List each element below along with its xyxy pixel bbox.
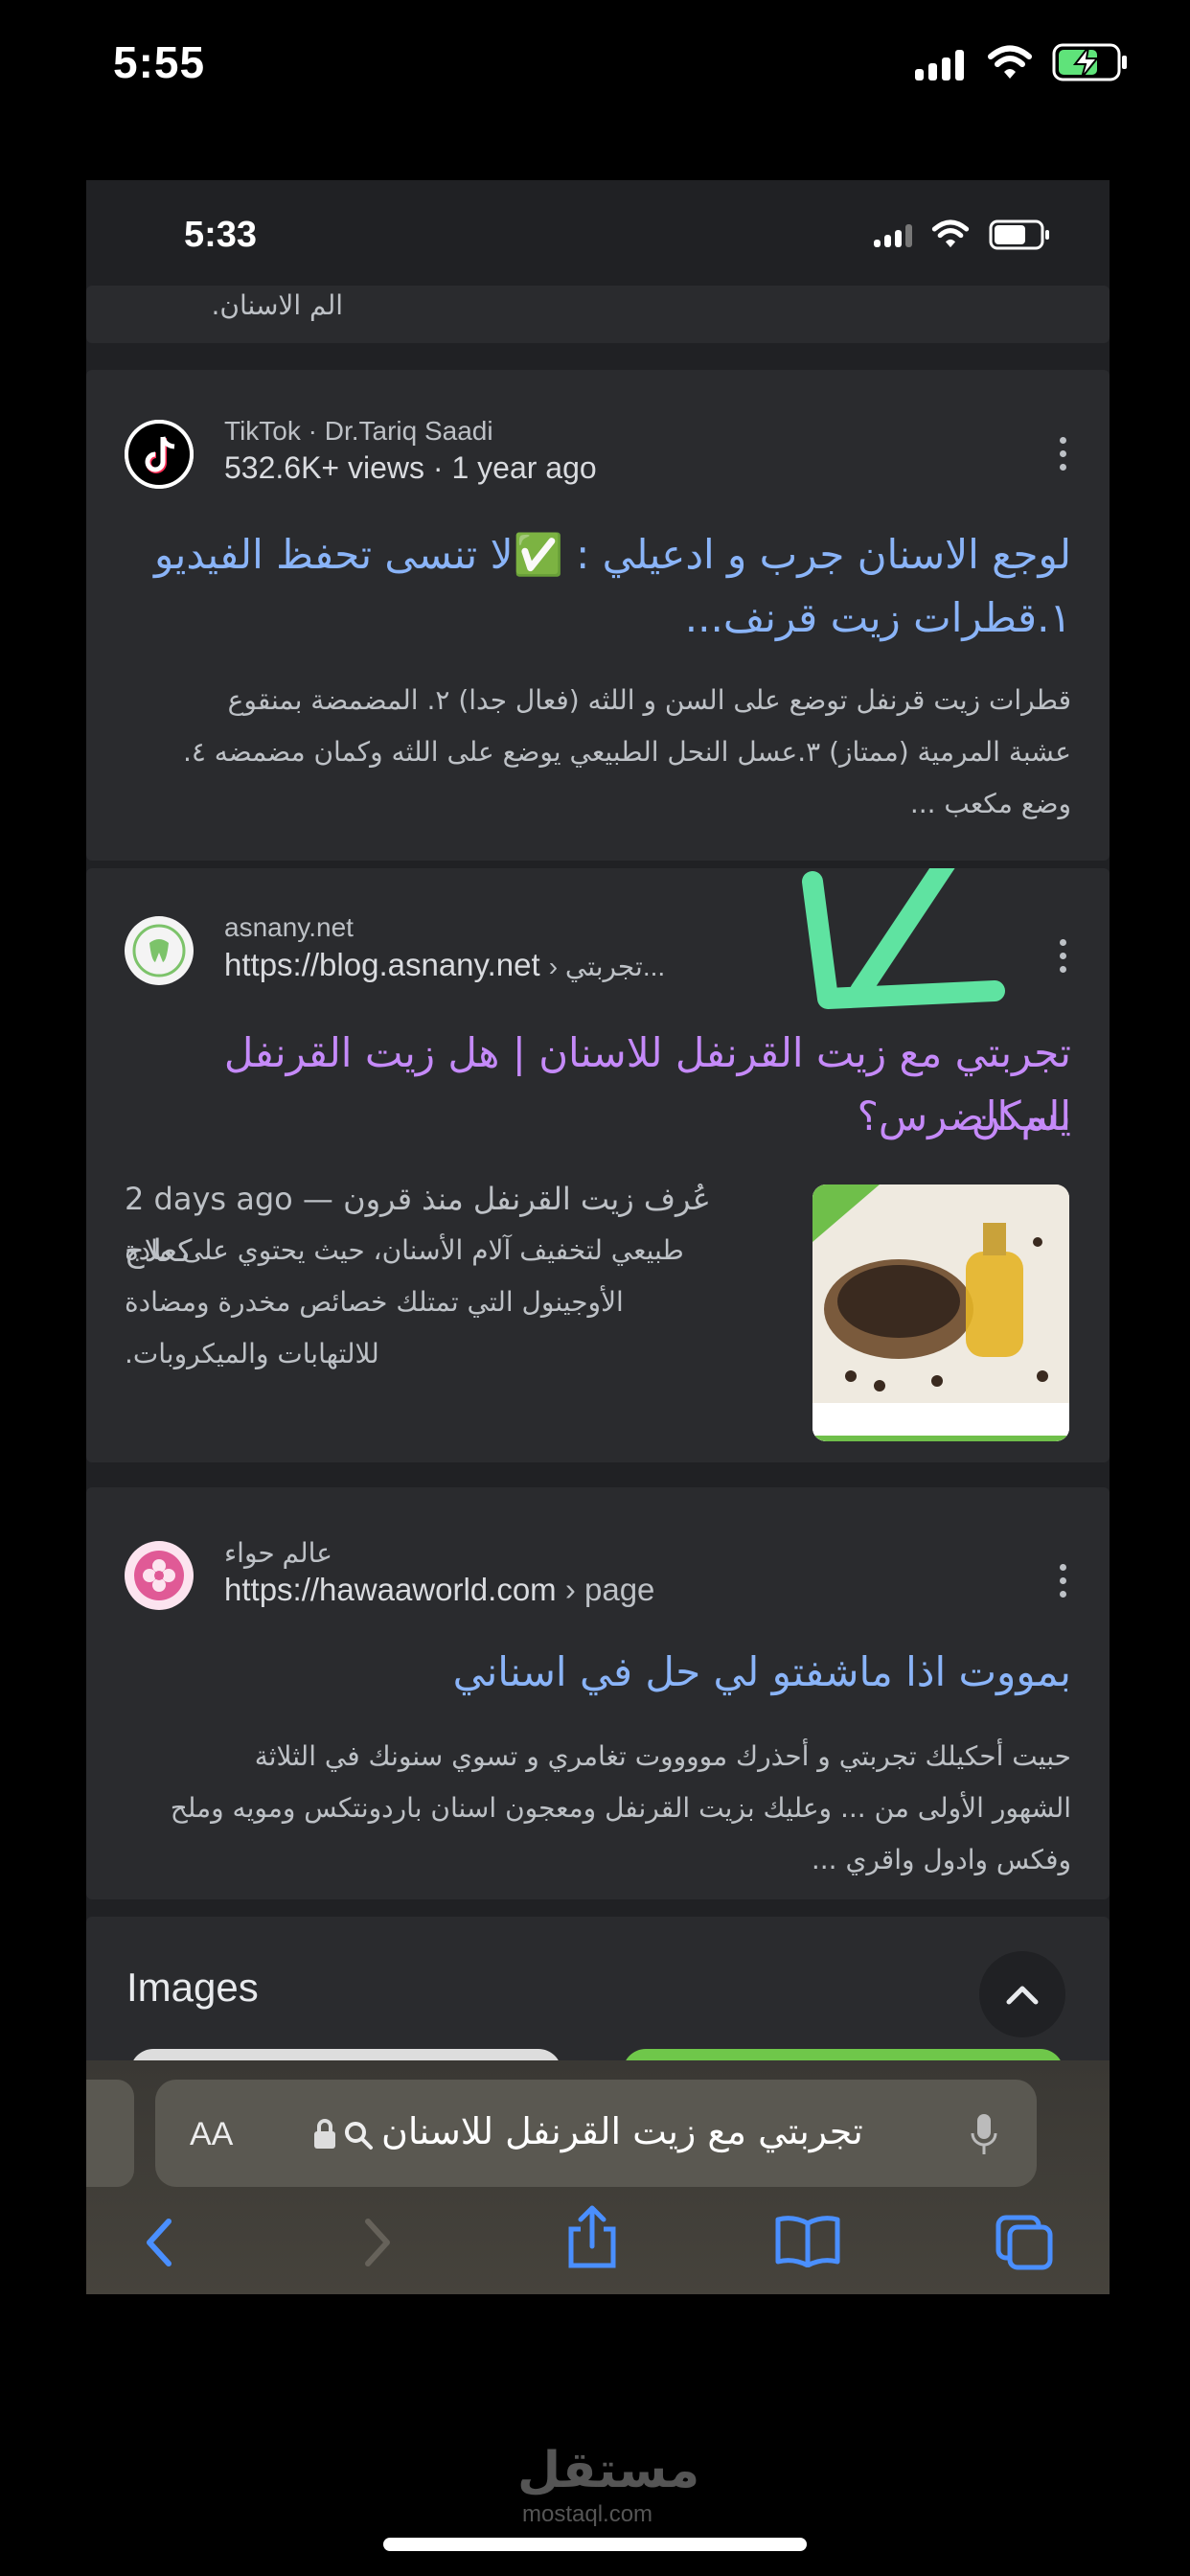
microphone-icon[interactable]: [970, 2112, 998, 2158]
inner-status-time: 5:33: [184, 215, 258, 255]
address-bar[interactable]: AA تجربتي مع زيت القرنفل للاسنان: [155, 2080, 1037, 2187]
watermark-brand: مستقل: [517, 2442, 700, 2499]
hawaaworld-logo-icon: [125, 1541, 194, 1610]
inner-wifi-icon: [931, 219, 970, 248]
search-result-hawaaworld[interactable]: عالم حواء https://hawaaworld.com › page …: [86, 1487, 1110, 1899]
asnany-logo-icon: [125, 916, 194, 985]
result-snippet-line-2: عشبة المرمية (ممتاز) ٣.عسل النحل الطبيعي…: [182, 736, 1071, 768]
chevron-up-icon: [1006, 1986, 1039, 2005]
tiktok-logo-icon: [125, 420, 194, 489]
previous-result-fragment: الم الاسنان.: [86, 286, 1110, 343]
result-url[interactable]: https://blog.asnany.net › تجربتي...: [224, 947, 665, 983]
battery-charging-icon: [1052, 43, 1127, 81]
more-options-icon[interactable]: [1060, 437, 1067, 477]
result-title-line-2[interactable]: الم الضرس؟: [125, 1085, 1071, 1148]
result-snippet-line-1: حبيت أحكيلك تجربتي و أحذرك مووووت تغامري…: [254, 1740, 1071, 1772]
result-site-name: asnany.net: [224, 912, 354, 942]
result-url[interactable]: https://hawaaworld.com › page: [224, 1572, 654, 1608]
result-snippet-line-3: وضع مكعب ...: [909, 788, 1071, 819]
forward-icon: [365, 2219, 390, 2266]
home-indicator[interactable]: [383, 2538, 807, 2551]
result-snippet-line-4: للالتهابات والميكروبات.: [125, 1338, 379, 1369]
reader-text-size-button[interactable]: AA: [190, 2116, 233, 2153]
result-title-line-2[interactable]: ١.قطرات زيت قرنف...: [125, 586, 1071, 650]
address-query-text[interactable]: تجربتي مع زيت القرنفل للاسنان: [381, 2110, 863, 2152]
cellular-signal-icon: [915, 50, 967, 80]
result-thumbnail-image[interactable]: [812, 1184, 1069, 1441]
result-snippet-line-2: الشهور الأولى من ... وعليك بزيت القرنفل …: [170, 1792, 1071, 1824]
bookmarks-icon[interactable]: [774, 2214, 841, 2267]
result-snippet-line-3: الأوجينول التي تمتلك خصائص مخدرة ومضادة: [125, 1286, 624, 1318]
search-result-tiktok[interactable]: TikTok · Dr.Tariq Saadi 532.6K+ views · …: [86, 370, 1110, 861]
images-heading: Images: [126, 1965, 259, 2010]
result-snippet-line-3: وفكس وادول واقري ...: [811, 1844, 1071, 1875]
collapse-images-button[interactable]: [979, 1951, 1065, 2037]
embedded-screenshot: 5:33 الم الاسنان. TikTok · Dr.Tariq Saad…: [86, 180, 1110, 2294]
result-site-name: TikTok · Dr.Tariq Saadi: [224, 416, 493, 446]
annotation-arrow-icon: [802, 868, 1005, 1009]
more-options-icon[interactable]: [1060, 1564, 1067, 1604]
result-snippet-line-1: قطرات زيت قرنفل توضع على السن و اللثه (ف…: [227, 684, 1071, 716]
result-snippet-line-2: طبيعي لتخفيف آلام الأسنان، حيث يحتوي على…: [125, 1234, 684, 1266]
inner-status-bar: 5:33: [86, 180, 1110, 286]
previous-tab-edge[interactable]: [86, 2080, 134, 2187]
wifi-icon: [988, 45, 1032, 79]
inner-battery-icon: [989, 219, 1049, 250]
previous-snippet-fragment: الم الاسنان.: [211, 289, 344, 321]
search-icon: [345, 2122, 373, 2150]
status-time: 5:55: [113, 37, 206, 87]
search-result-asnany[interactable]: asnany.net https://blog.asnany.net › تجر…: [86, 868, 1110, 1462]
more-options-icon[interactable]: [1060, 939, 1067, 979]
result-title[interactable]: بمووت اذا ماشفتو لي حل في اسناني: [125, 1641, 1071, 1704]
watermark-domain: mostaql.com: [522, 2501, 653, 2527]
result-site-name: عالم حواء: [224, 1538, 332, 1568]
inner-cellular-icon: [874, 224, 916, 247]
browser-toolbar: AA تجربتي مع زيت القرنفل للاسنان: [86, 2060, 1110, 2294]
lock-icon: [314, 2119, 335, 2149]
share-icon[interactable]: [563, 2204, 621, 2271]
back-icon[interactable]: [140, 2214, 178, 2271]
result-meta: 532.6K+ views · 1 year ago: [224, 450, 597, 485]
tabs-icon[interactable]: [995, 2214, 1056, 2271]
result-title-line-1[interactable]: لوجع الاسنان جرب و ادعيلي : ✅لا تنسى تحف…: [125, 523, 1071, 586]
